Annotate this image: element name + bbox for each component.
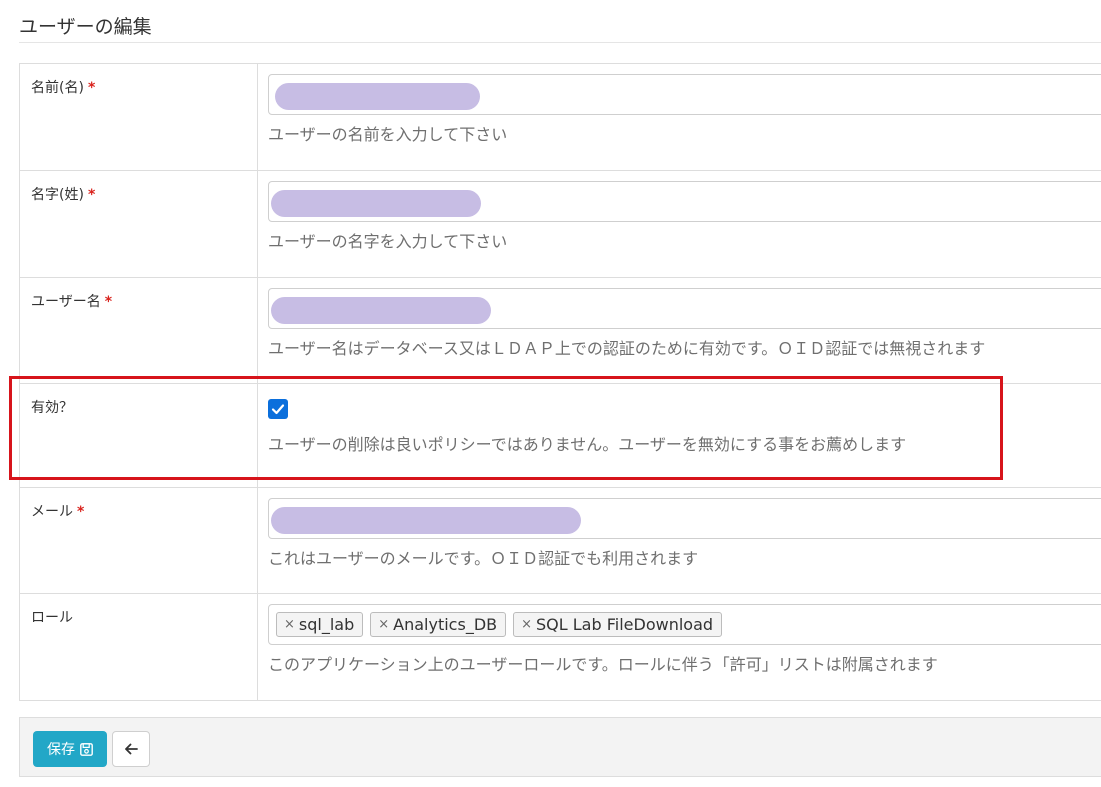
role-tag: × Analytics_DB [370, 612, 507, 637]
form-row-username: ユーザー名 * ユーザー名はデータベース又はＬＤＡＰ上での認証のために有効です。Ｏ… [19, 277, 1101, 384]
username-help: ユーザー名はデータベース又はＬＤＡＰ上での認証のために有効です。ＯＩＤ認証では無… [268, 339, 986, 358]
last-name-label: 名字(姓) * [19, 170, 258, 278]
required-mark: * [87, 187, 96, 203]
form-row-last-name: 名字(姓) * ユーザーの名字を入力して下さい [19, 170, 1101, 278]
active-help: ユーザーの削除は良いポリシーではありません。ユーザーを無効にする事をお薦めします [268, 435, 907, 454]
save-button[interactable]: 保存 [33, 731, 107, 767]
remove-tag-icon[interactable]: × [284, 617, 295, 632]
email-help: これはユーザーのメールです。ＯＩＤ認証でも利用されます [268, 549, 699, 568]
username-label: ユーザー名 * [19, 277, 258, 384]
floppy-disk-icon [80, 742, 93, 756]
title-divider [19, 42, 1101, 43]
page-title: ユーザーの編集 [19, 16, 152, 38]
redacted-value [271, 190, 481, 217]
remove-tag-icon[interactable]: × [521, 617, 532, 632]
back-button[interactable] [112, 731, 150, 767]
first-name-input[interactable] [268, 74, 1101, 115]
redacted-value [271, 507, 581, 534]
user-edit-form: 名前(名) * ユーザーの名前を入力して下さい 名字(姓) * ユーザーの名字を入力… [19, 63, 1101, 701]
active-checkbox[interactable] [268, 399, 288, 419]
role-tag: × SQL Lab FileDownload [513, 612, 723, 637]
form-row-email: メール * これはユーザーのメールです。ＯＩＤ認証でも利用されます [19, 487, 1101, 594]
form-row-active: 有効？ ユーザーの削除は良いポリシーではありません。ユーザーを無効にする事をお薦… [19, 383, 1101, 488]
roles-label: ロール [19, 593, 258, 701]
required-mark: * [77, 504, 85, 520]
last-name-help: ユーザーの名字を入力して下さい [268, 232, 508, 251]
roles-help: このアプリケーション上のユーザーロールです。ロールに伴う「許可」リストは附属され… [268, 655, 938, 674]
redacted-value [275, 83, 480, 110]
arrow-left-icon [125, 743, 138, 755]
first-name-help: ユーザーの名前を入力して下さい [268, 125, 508, 144]
required-mark: * [104, 294, 113, 310]
form-row-first-name: 名前(名) * ユーザーの名前を入力して下さい [19, 63, 1101, 171]
form-row-roles: ロール × sql_lab × Analytics_DB × SQL Lab File… [19, 593, 1101, 701]
active-label: 有効？ [19, 383, 258, 488]
required-mark: * [87, 80, 96, 96]
redacted-value [271, 297, 491, 324]
username-input[interactable] [268, 288, 1101, 329]
last-name-input[interactable] [268, 181, 1101, 222]
checkmark-icon [271, 404, 285, 415]
roles-select[interactable]: × sql_lab × Analytics_DB × SQL Lab FileDown… [268, 604, 1101, 645]
role-tag: × sql_lab [276, 612, 364, 637]
first-name-label: 名前(名) * [19, 63, 258, 171]
email-label: メール * [19, 487, 258, 594]
remove-tag-icon[interactable]: × [378, 617, 389, 632]
form-footer: 保存 [19, 717, 1101, 777]
email-input[interactable] [268, 498, 1101, 539]
